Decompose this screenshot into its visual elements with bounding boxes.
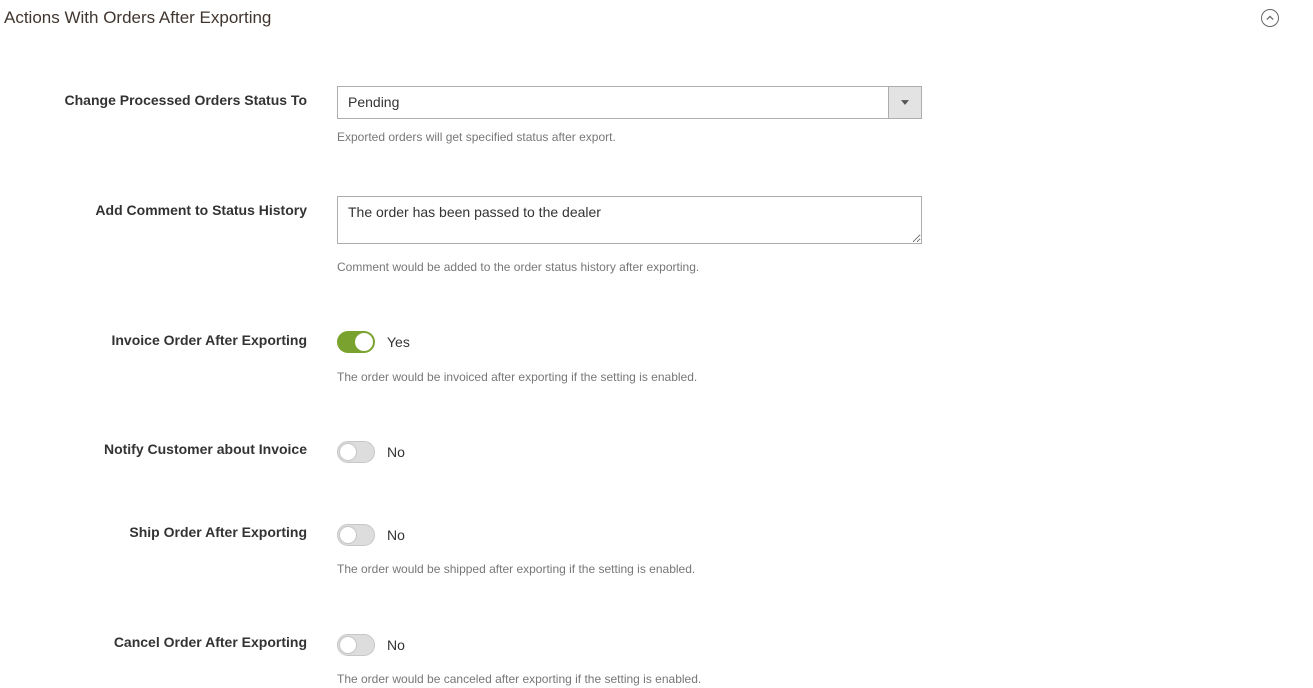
control-notify: No [337,435,922,468]
chevron-up-icon [1266,14,1274,22]
help-cancel: The order would be canceled after export… [337,671,922,688]
control-ship: No The order would be shipped after expo… [337,518,922,578]
label-comment: Add Comment to Status History [0,196,337,218]
label-notify: Notify Customer about Invoice [0,435,337,457]
label-invoice: Invoice Order After Exporting [0,326,337,348]
cancel-toggle[interactable] [337,634,375,656]
control-status: Pending Exported orders will get specifi… [337,86,922,146]
control-comment: Comment would be added to the order stat… [337,196,922,276]
cancel-toggle-label: No [387,637,405,653]
dropdown-arrow-icon [888,87,921,118]
ship-toggle-label: No [387,527,405,543]
notify-toggle[interactable] [337,441,375,463]
help-invoice: The order would be invoiced after export… [337,369,922,386]
control-cancel: No The order would be canceled after exp… [337,628,922,688]
comment-textarea[interactable] [337,196,922,244]
cancel-toggle-row: No [337,628,922,661]
row-status: Change Processed Orders Status To Pendin… [0,86,1313,146]
label-cancel: Cancel Order After Exporting [0,628,337,650]
row-invoice: Invoice Order After Exporting Yes The or… [0,326,1313,386]
label-ship: Ship Order After Exporting [0,518,337,540]
help-status: Exported orders will get specified statu… [337,129,922,146]
notify-toggle-label: No [387,444,405,460]
toggle-knob [355,333,373,351]
row-notify: Notify Customer about Invoice No [0,435,1313,468]
ship-toggle[interactable] [337,524,375,546]
status-select[interactable]: Pending [337,86,922,119]
ship-toggle-row: No [337,518,922,551]
row-comment: Add Comment to Status History Comment wo… [0,196,1313,276]
status-select-value: Pending [338,87,888,118]
invoice-toggle-row: Yes [337,326,922,359]
row-cancel: Cancel Order After Exporting No The orde… [0,628,1313,688]
help-comment: Comment would be added to the order stat… [337,259,922,276]
toggle-knob [339,636,357,654]
help-ship: The order would be shipped after exporti… [337,561,922,578]
section-title: Actions With Orders After Exporting [4,8,271,28]
toggle-knob [339,443,357,461]
invoice-toggle[interactable] [337,331,375,353]
invoice-toggle-label: Yes [387,334,410,350]
notify-toggle-row: No [337,435,922,468]
form-body: Change Processed Orders Status To Pendin… [0,36,1313,688]
label-status: Change Processed Orders Status To [0,86,337,108]
toggle-knob [339,526,357,544]
control-invoice: Yes The order would be invoiced after ex… [337,326,922,386]
section-header: Actions With Orders After Exporting [0,0,1313,36]
collapse-icon[interactable] [1261,9,1279,27]
row-ship: Ship Order After Exporting No The order … [0,518,1313,578]
